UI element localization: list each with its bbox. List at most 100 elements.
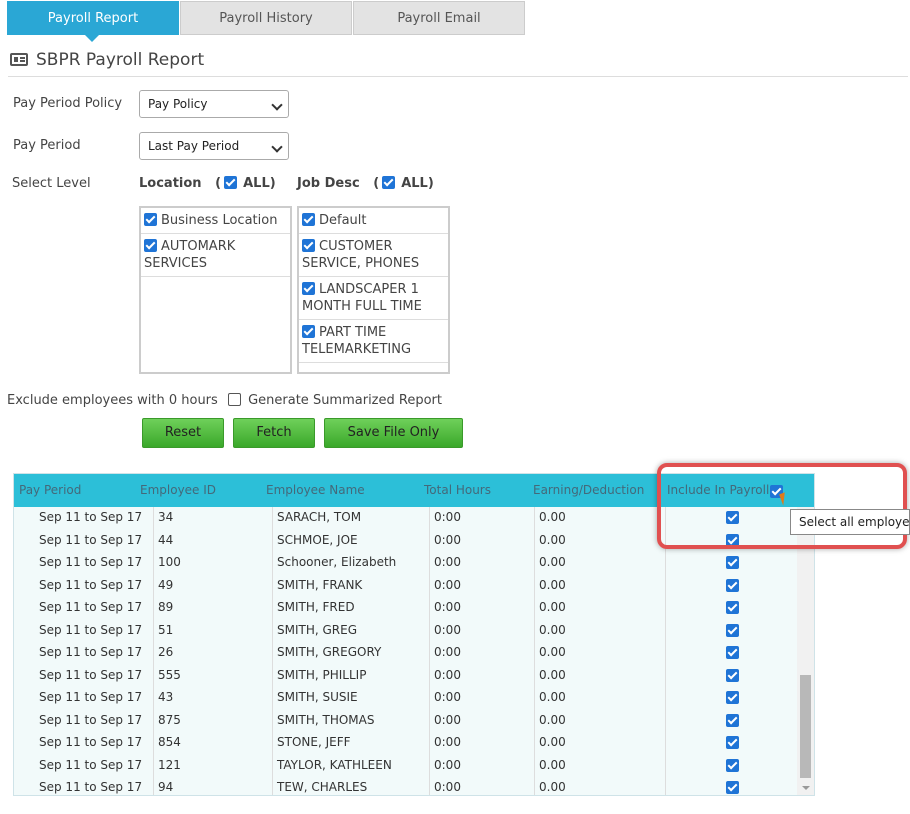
location-checkbox[interactable] <box>144 213 157 226</box>
location-list[interactable]: Business Location AUTOMARK SERVICES <box>139 206 292 374</box>
list-item[interactable]: AUTOMARK SERVICES <box>141 234 290 277</box>
location-checkbox[interactable] <box>144 239 157 252</box>
table-cell: Sep 11 to Sep 17 <box>39 645 143 659</box>
table-cell: 34 <box>158 510 174 524</box>
table-cell: 0.00 <box>539 532 566 547</box>
table-body: Sep 11 to Sep 17 34 SARACH, TOM 0:00 0.00 Sep… <box>14 507 797 795</box>
pay-period-policy-value: Pay Policy <box>148 97 208 111</box>
list-item[interactable]: PART TIME TELEMARKETING <box>299 320 448 363</box>
pay-period-policy-label: Pay Period Policy <box>13 96 123 111</box>
select-level-label: Select Level <box>12 176 91 191</box>
job-desc-checkbox[interactable] <box>302 325 315 338</box>
table-cell: 0:00 <box>434 667 461 682</box>
include-in-payroll-checkbox[interactable] <box>726 623 739 637</box>
table-row: Sep 11 to Sep 17 51 SMITH, GREG 0:00 0.00 <box>14 620 797 643</box>
job-desc-list[interactable]: Default CUSTOMER SERVICE, PHONES LANDSCA… <box>297 206 450 374</box>
include-in-payroll-checkbox[interactable] <box>726 668 739 682</box>
table-cell: 0.00 <box>539 690 566 704</box>
include-in-payroll-checkbox[interactable] <box>726 646 739 659</box>
table-cell: Sep 11 to Sep 17 <box>39 510 143 524</box>
table-cell: 0.00 <box>539 757 566 772</box>
col-earning-deduction[interactable]: Earning/Deduction <box>533 483 644 497</box>
reset-button[interactable]: Reset <box>142 418 224 448</box>
table-row: Sep 11 to Sep 17 555 SMITH, PHILLIP 0:00 0.0… <box>14 665 797 688</box>
include-in-payroll-checkbox[interactable] <box>726 556 739 569</box>
table-cell: SMITH, GREG <box>277 622 358 637</box>
table-cell: TEW, CHARLES <box>277 780 368 794</box>
table-row: Sep 11 to Sep 17 854 STONE, JEFF 0:00 0.00 <box>14 732 797 755</box>
job-desc-label: Job Desc <box>297 176 360 191</box>
tab-payroll-email[interactable]: Payroll Email <box>353 1 525 35</box>
job-desc-checkbox[interactable] <box>302 239 315 252</box>
table-cell: Sep 11 to Sep 17 <box>39 555 143 569</box>
table-cell: 0.00 <box>539 622 566 637</box>
include-in-payroll-checkbox[interactable] <box>726 691 739 704</box>
table-cell: 0.00 <box>539 555 566 569</box>
job-desc-label: Default <box>319 213 367 228</box>
tab-bar: Payroll Report Payroll History Payroll E… <box>7 1 526 42</box>
table-cell: 44 <box>158 532 174 547</box>
table-cell: Sep 11 to Sep 17 <box>39 780 143 794</box>
include-in-payroll-checkbox[interactable] <box>726 736 739 749</box>
table-cell: Sep 11 to Sep 17 <box>39 667 143 682</box>
page-header: SBPR Payroll Report <box>8 48 908 77</box>
pay-period-select[interactable]: Last Pay Period <box>139 132 289 160</box>
table-cell: SMITH, SUSIE <box>277 690 358 704</box>
include-in-payroll-checkbox[interactable] <box>726 781 739 794</box>
table-cell: 0:00 <box>434 780 461 794</box>
location-all-checkbox[interactable] <box>224 176 238 189</box>
table-cell: 0.00 <box>539 667 566 682</box>
table-cell: 0:00 <box>434 555 461 569</box>
scrollbar-thumb[interactable] <box>800 675 811 778</box>
table-cell: SMITH, THOMAS <box>277 712 375 727</box>
job-desc-checkbox[interactable] <box>302 213 315 226</box>
tab-payroll-history[interactable]: Payroll History <box>180 1 352 35</box>
location-all-label: ALL) <box>243 176 276 191</box>
include-in-payroll-checkbox[interactable] <box>726 758 739 772</box>
table-row: Sep 11 to Sep 17 26 SMITH, GREGORY 0:00 0.00 <box>14 642 797 665</box>
chevron-down-icon <box>271 99 283 111</box>
table-cell: SMITH, FRED <box>277 600 355 614</box>
col-total-hours[interactable]: Total Hours <box>424 483 491 497</box>
summarized-report-checkbox[interactable] <box>227 393 241 406</box>
table-cell: SCHMOE, JOE <box>277 532 358 547</box>
job-desc-label: PART TIME TELEMARKETING <box>302 325 412 357</box>
fetch-button[interactable]: Fetch <box>233 418 315 448</box>
list-item[interactable]: CUSTOMER SERVICE, PHONES <box>299 234 448 277</box>
col-pay-period[interactable]: Pay Period <box>19 483 81 497</box>
table-cell: 0:00 <box>434 645 461 659</box>
table-cell: Sep 11 to Sep 17 <box>39 532 143 547</box>
job-desc-label: LANDSCAPER 1 MONTH FULL TIME <box>302 282 422 314</box>
location-label: Business Location <box>161 213 278 228</box>
scrollbar[interactable] <box>797 507 814 795</box>
list-item[interactable]: Default <box>299 208 448 234</box>
table-cell: Sep 11 to Sep 17 <box>39 690 143 704</box>
include-in-payroll-checkbox[interactable] <box>726 713 739 727</box>
tab-payroll-report[interactable]: Payroll Report <box>7 1 179 42</box>
table-cell: Sep 11 to Sep 17 <box>39 735 143 749</box>
list-item[interactable]: Business Location <box>141 208 290 234</box>
job-desc-checkbox[interactable] <box>302 282 315 295</box>
table-cell: 0.00 <box>539 780 566 794</box>
table-row: Sep 11 to Sep 17 100 Schooner, Elizabeth 0:… <box>14 552 797 575</box>
scroll-down-icon[interactable] <box>802 786 810 790</box>
pay-period-policy-select[interactable]: Pay Policy <box>139 90 289 118</box>
table-row: Sep 11 to Sep 17 121 TAYLOR, KATHLEEN 0:00 0… <box>14 755 797 778</box>
include-in-payroll-checkbox[interactable] <box>726 578 739 592</box>
job-desc-header: Job Desc (ALL) <box>297 176 434 191</box>
summarized-report-label: Generate Summarized Report <box>248 393 442 408</box>
col-employee-id[interactable]: Employee ID <box>140 483 216 497</box>
save-file-only-button[interactable]: Save File Only <box>324 418 463 448</box>
col-employee-name[interactable]: Employee Name <box>266 483 365 497</box>
job-desc-all-checkbox[interactable] <box>382 176 396 189</box>
table-row: Sep 11 to Sep 17 94 TEW, CHARLES 0:00 0.00 <box>14 777 797 795</box>
table-cell: 0:00 <box>434 532 461 547</box>
pay-period-value: Last Pay Period <box>148 139 240 153</box>
table-cell: SMITH, FRANK <box>277 577 363 592</box>
list-item[interactable]: LANDSCAPER 1 MONTH FULL TIME <box>299 277 448 320</box>
tooltip: Select all employee <box>790 509 910 535</box>
include-in-payroll-checkbox[interactable] <box>726 601 739 614</box>
table-cell: 0.00 <box>539 577 566 592</box>
table-cell: 0.00 <box>539 510 566 524</box>
table-cell: 51 <box>158 622 174 637</box>
